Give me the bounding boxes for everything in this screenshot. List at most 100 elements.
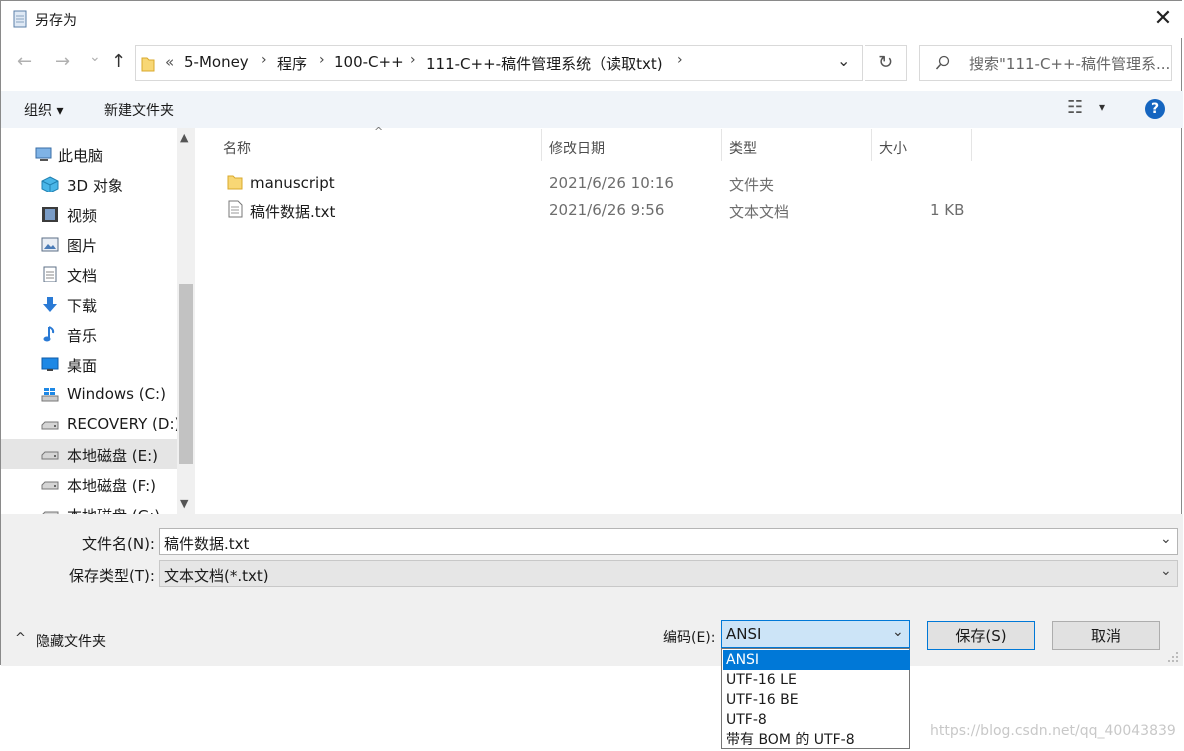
sidebar-item-drive-g[interactable]: 本地磁盘 (G:) bbox=[1, 499, 177, 514]
breadcrumb-separator[interactable]: › bbox=[261, 52, 267, 68]
sidebar-scrollbar-thumb[interactable] bbox=[179, 284, 193, 464]
folder-icon bbox=[141, 57, 155, 72]
sidebar-item-this-pc[interactable]: 此电脑 bbox=[1, 139, 177, 169]
file-name: 稿件数据.txt bbox=[250, 203, 336, 221]
scroll-down-icon[interactable]: ▼ bbox=[180, 497, 188, 510]
column-divider[interactable] bbox=[871, 129, 872, 161]
chevron-down-icon[interactable]: ⌄ bbox=[1160, 563, 1172, 579]
sidebar-item-label: 本地磁盘 (F:) bbox=[67, 477, 156, 495]
view-dropdown-icon[interactable]: ▾ bbox=[1099, 100, 1105, 114]
encoding-label: 编码(E): bbox=[663, 630, 716, 646]
navigation-pane: 此电脑 3D 对象 视频 图片 文档 下载 音乐 桌面 Windows (C:)… bbox=[1, 128, 177, 514]
encoding-value: ANSI bbox=[726, 625, 762, 643]
column-header-size[interactable]: 大小 bbox=[879, 138, 907, 158]
breadcrumb-item[interactable]: 100-C++ bbox=[334, 53, 404, 71]
encoding-option[interactable]: 带有 BOM 的 UTF-8 bbox=[723, 730, 910, 750]
picture-icon bbox=[41, 237, 59, 252]
sidebar-item-videos[interactable]: 视频 bbox=[1, 199, 177, 229]
encoding-option[interactable]: ANSI bbox=[723, 650, 910, 670]
sidebar-item-pictures[interactable]: 图片 bbox=[1, 229, 177, 259]
refresh-icon[interactable]: ↻ bbox=[865, 45, 907, 81]
command-bar bbox=[1, 91, 1183, 128]
file-size: 1 KB bbox=[930, 201, 965, 219]
column-header-type[interactable]: 类型 bbox=[729, 138, 757, 158]
file-type: 文本文档 bbox=[729, 203, 790, 221]
window-title: 另存为 bbox=[35, 13, 77, 29]
encoding-option[interactable]: UTF-8 bbox=[723, 710, 910, 730]
sidebar-item-music[interactable]: 音乐 bbox=[1, 319, 177, 349]
filename-value[interactable]: 稿件数据.txt bbox=[164, 533, 249, 554]
column-divider[interactable] bbox=[721, 129, 722, 161]
notepad-icon bbox=[13, 10, 27, 28]
breadcrumb-overflow-icon[interactable]: « bbox=[165, 53, 174, 71]
forward-icon[interactable]: → bbox=[55, 51, 70, 72]
sidebar-item-label: RECOVERY (D:) bbox=[67, 415, 177, 433]
sidebar-item-documents[interactable]: 文档 bbox=[1, 259, 177, 289]
file-row[interactable]: 稿件数据.txt 2021/6/26 9:56 文本文档 1 KB bbox=[219, 198, 979, 222]
resize-grip-icon[interactable] bbox=[1167, 651, 1179, 663]
sidebar-item-label: 本地磁盘 (G:) bbox=[67, 505, 160, 514]
sidebar-item-drive-e[interactable]: 本地磁盘 (E:) bbox=[1, 439, 177, 469]
save-as-dialog: 另存为 ✕ ← → ⌄ ↑ « 5-Money › 程序 › 100-C++ ›… bbox=[0, 0, 1183, 666]
file-row[interactable]: manuscript 2021/6/26 10:16 文件夹 bbox=[219, 171, 979, 195]
video-icon bbox=[42, 207, 58, 222]
breadcrumb-item[interactable]: 111-C++-稿件管理系统（读取txt) bbox=[426, 53, 663, 74]
filename-label: 文件名(N): bbox=[82, 535, 155, 553]
breadcrumb-separator[interactable]: › bbox=[319, 52, 325, 68]
encoding-select[interactable]: ANSI ⌄ bbox=[721, 620, 910, 648]
close-icon[interactable]: ✕ bbox=[1151, 5, 1175, 33]
sidebar-item-label: 图片 bbox=[67, 237, 98, 255]
sidebar-item-3d-objects[interactable]: 3D 对象 bbox=[1, 169, 177, 199]
encoding-options-list: ANSI UTF-16 LE UTF-16 BE UTF-8 带有 BOM 的 … bbox=[721, 648, 910, 749]
hide-folders-toggle[interactable]: 隐藏文件夹 bbox=[36, 631, 106, 651]
sidebar-item-label: 3D 对象 bbox=[67, 177, 123, 195]
new-folder-button[interactable]: 新建文件夹 bbox=[104, 100, 174, 120]
back-icon[interactable]: ← bbox=[17, 51, 32, 72]
up-icon[interactable]: ↑ bbox=[111, 51, 126, 72]
sidebar-item-label: 本地磁盘 (E:) bbox=[67, 447, 159, 465]
column-divider[interactable] bbox=[971, 129, 972, 161]
chevron-down-icon[interactable]: ⌄ bbox=[1160, 531, 1172, 547]
file-modified: 2021/6/26 10:16 bbox=[549, 174, 674, 192]
computer-icon bbox=[35, 147, 52, 161]
desktop-icon bbox=[41, 357, 59, 371]
drive-icon bbox=[41, 481, 59, 490]
sidebar-item-drive-c[interactable]: Windows (C:) bbox=[1, 379, 177, 409]
breadcrumb-separator[interactable]: › bbox=[410, 52, 416, 68]
view-options-icon[interactable]: ☷ bbox=[1067, 97, 1083, 118]
sidebar-item-downloads[interactable]: 下载 bbox=[1, 289, 177, 319]
sidebar-item-label: 音乐 bbox=[67, 327, 98, 345]
file-name: manuscript bbox=[250, 174, 335, 192]
save-button[interactable]: 保存(S) bbox=[927, 621, 1035, 650]
address-dropdown-icon[interactable]: ⌄ bbox=[837, 51, 850, 70]
encoding-option[interactable]: UTF-16 BE bbox=[723, 690, 910, 710]
column-header-name[interactable]: 名称 bbox=[223, 138, 251, 158]
sidebar-item-label: 下载 bbox=[67, 297, 98, 315]
filetype-label: 保存类型(T): bbox=[69, 567, 155, 585]
organize-button[interactable]: 组织 ▾ bbox=[24, 100, 63, 120]
cancel-button[interactable]: 取消 bbox=[1052, 621, 1160, 650]
scroll-up-icon[interactable]: ▲ bbox=[180, 131, 188, 144]
search-placeholder[interactable]: 搜索"111-C++-稿件管理系... bbox=[969, 53, 1170, 74]
chevron-down-icon[interactable]: ⌄ bbox=[892, 624, 904, 640]
recent-locations-icon[interactable]: ⌄ bbox=[89, 49, 101, 65]
breadcrumb-item[interactable]: 5-Money bbox=[184, 53, 249, 71]
sidebar-item-drive-d[interactable]: RECOVERY (D:) bbox=[1, 409, 177, 439]
cube-icon bbox=[41, 176, 59, 192]
chevron-up-icon[interactable]: ^ bbox=[15, 631, 26, 646]
filename-field[interactable]: 稿件数据.txt ⌄ bbox=[159, 528, 1178, 555]
column-header-modified[interactable]: 修改日期 bbox=[549, 138, 605, 158]
breadcrumb-item[interactable]: 程序 bbox=[277, 53, 307, 74]
sidebar-item-label: Windows (C:) bbox=[67, 385, 166, 403]
help-icon[interactable]: ? bbox=[1145, 99, 1165, 119]
breadcrumb-separator[interactable]: › bbox=[677, 52, 683, 68]
column-divider[interactable] bbox=[541, 129, 542, 161]
sort-ascending-icon: ^ bbox=[374, 125, 384, 138]
encoding-option[interactable]: UTF-16 LE bbox=[723, 670, 910, 690]
drive-icon bbox=[41, 421, 59, 430]
sidebar-item-label: 桌面 bbox=[67, 357, 98, 375]
folder-icon bbox=[227, 175, 243, 190]
sidebar-item-desktop[interactable]: 桌面 bbox=[1, 349, 177, 379]
sidebar-item-drive-f[interactable]: 本地磁盘 (F:) bbox=[1, 469, 177, 499]
filetype-select[interactable]: 文本文档(*.txt) ⌄ bbox=[159, 560, 1178, 587]
